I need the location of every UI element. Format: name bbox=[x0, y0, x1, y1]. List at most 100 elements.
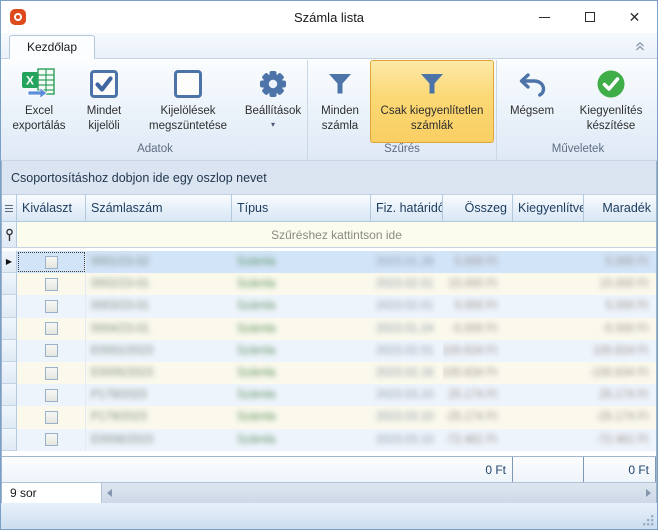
row-checkbox[interactable] bbox=[45, 300, 58, 313]
maximize-button[interactable] bbox=[567, 1, 612, 33]
filter-icon bbox=[327, 66, 353, 102]
row-checkbox[interactable] bbox=[45, 389, 58, 402]
horizontal-scrollbar[interactable] bbox=[102, 483, 656, 503]
row-indicator-cell[interactable] bbox=[2, 362, 17, 384]
row-checkbox[interactable] bbox=[45, 322, 58, 335]
row-indicator-cell[interactable] bbox=[2, 340, 17, 362]
column-header-osszeg[interactable]: Összeg bbox=[443, 195, 513, 221]
column-header-kiegyenlitve[interactable]: Kiegyenlítve bbox=[513, 195, 584, 221]
settings-button[interactable]: Beállítások ▾ bbox=[241, 60, 305, 143]
invoice-grid: Csoportosításhoz dobjon ide egy oszlop n… bbox=[1, 161, 657, 503]
cell-maradek: -25.174 Ft bbox=[584, 406, 656, 428]
make-settlement-button[interactable]: Kiegyenlítés készítése bbox=[565, 60, 657, 143]
row-indicator-cell[interactable] bbox=[2, 273, 17, 295]
table-row[interactable]: E0001/2023Számla2023.02.01100.634 Ft100.… bbox=[2, 340, 656, 362]
cell-osszeg-text: -5.000 Ft bbox=[451, 323, 497, 335]
all-invoices-label: Minden számla bbox=[311, 104, 369, 133]
table-row[interactable]: 0002/23-01Számla2023.02.0115.000 Ft15.00… bbox=[2, 273, 656, 295]
select-cell[interactable] bbox=[17, 340, 86, 362]
filter-row-text[interactable]: Szűréshez kattintson ide bbox=[17, 222, 656, 247]
excel-export-icon: X bbox=[21, 66, 57, 102]
table-row[interactable]: P179/2023Számla2023.03.1025.174 Ft25.174… bbox=[2, 384, 656, 406]
row-indicator-cell[interactable] bbox=[2, 295, 17, 317]
cell-szamlaszam: 0003/23-01 bbox=[86, 295, 232, 317]
grid-rows: ▶0001/23-02Számla2023.01.285.000 Ft5.000… bbox=[2, 251, 656, 451]
row-checkbox[interactable] bbox=[45, 367, 58, 380]
table-row[interactable]: E0006/2023Számla2023.03.10-72.461 Ft-72.… bbox=[2, 429, 656, 451]
auto-filter-row[interactable]: Szűréshez kattintson ide bbox=[2, 222, 656, 248]
select-cell[interactable] bbox=[17, 384, 86, 406]
table-row[interactable]: 0004/23-01Számla2023.01.24-5.000 Ft-5.00… bbox=[2, 318, 656, 340]
table-row[interactable]: P179/2023Számla2023.03.10-25.174 Ft-25.1… bbox=[2, 406, 656, 428]
select-cell[interactable] bbox=[17, 362, 86, 384]
select-cell[interactable] bbox=[17, 251, 86, 273]
row-indicator-cell[interactable] bbox=[2, 406, 17, 428]
cell-szamlaszam-text: P179/2023 bbox=[91, 411, 147, 423]
column-header-tipus[interactable]: Típus bbox=[232, 195, 371, 221]
scroll-left-arrow-icon[interactable] bbox=[107, 489, 112, 497]
column-header-szamlaszam[interactable]: Számlaszám bbox=[86, 195, 232, 221]
cell-fiz-hatarido: 2023.03.10 bbox=[371, 406, 443, 428]
table-row[interactable]: E0005/2023Számla2023.02.16-100.634 Ft-10… bbox=[2, 362, 656, 384]
column-header-maradek[interactable]: Maradék bbox=[584, 195, 656, 221]
cancel-button[interactable]: Mégsem bbox=[499, 60, 565, 143]
select-cell[interactable] bbox=[17, 429, 86, 451]
summary-maradek-total: 0 Ft bbox=[584, 457, 656, 482]
column-header-kivalaszt[interactable]: Kiválaszt bbox=[17, 195, 86, 221]
select-cell[interactable] bbox=[17, 295, 86, 317]
row-checkbox[interactable] bbox=[45, 433, 58, 446]
minimize-button[interactable] bbox=[522, 1, 567, 33]
select-all-label: Mindet kijelöli bbox=[74, 104, 134, 133]
cell-osszeg-text: -100.634 Ft bbox=[443, 367, 497, 379]
close-button[interactable]: ✕ bbox=[612, 1, 657, 33]
clear-selection-label: Kijelölések megszüntetése bbox=[136, 104, 240, 133]
unpaid-invoices-button[interactable]: Csak kiegyenlítetlen számlák bbox=[370, 60, 494, 143]
title-bar: Számla lista ✕ bbox=[1, 1, 657, 33]
row-checkbox[interactable] bbox=[45, 344, 58, 357]
cell-maradek: 25.174 Ft bbox=[584, 384, 656, 406]
row-checkbox[interactable] bbox=[45, 411, 58, 424]
grid-corner-button[interactable] bbox=[2, 195, 17, 221]
cell-szamlaszam-text: 0001/23-02 bbox=[91, 256, 149, 268]
row-indicator-cell[interactable]: ▶ bbox=[2, 251, 17, 273]
app-icon-ring bbox=[14, 13, 22, 21]
select-cell[interactable] bbox=[17, 406, 86, 428]
select-all-button[interactable]: Mindet kijelöli bbox=[73, 60, 135, 143]
cell-maradek-text: -100.634 Ft bbox=[589, 367, 648, 379]
table-row[interactable]: ▶0001/23-02Számla2023.01.285.000 Ft5.000… bbox=[2, 251, 656, 273]
all-invoices-button[interactable]: Minden számla bbox=[310, 60, 370, 143]
cell-szamlaszam-text: E0001/2023 bbox=[91, 345, 153, 357]
cell-szamlaszam: P179/2023 bbox=[86, 384, 232, 406]
cell-kiegyenlitve bbox=[513, 406, 584, 428]
row-indicator-cell[interactable] bbox=[2, 429, 17, 451]
row-indicator-cell[interactable] bbox=[2, 318, 17, 340]
row-indicator-cell[interactable] bbox=[2, 384, 17, 406]
cell-fiz-hatarido: 2023.02.01 bbox=[371, 340, 443, 362]
scroll-right-arrow-icon[interactable] bbox=[646, 489, 651, 497]
select-cell[interactable] bbox=[17, 273, 86, 295]
ribbon-tab-row: Kezdőlap bbox=[1, 33, 657, 59]
excel-export-button[interactable]: X Excel exportálás bbox=[5, 60, 73, 143]
table-row[interactable]: 0003/23-01Számla2023.02.015.000 Ft5.000 … bbox=[2, 295, 656, 317]
column-header-fiz-hatarido[interactable]: Fiz. határidő bbox=[371, 195, 443, 221]
cell-fiz-hatarido-text: 2023.02.16 bbox=[376, 367, 434, 379]
row-checkbox[interactable] bbox=[45, 256, 58, 269]
ribbon-collapse-button[interactable] bbox=[633, 40, 647, 54]
cell-szamlaszam-text: 0003/23-01 bbox=[91, 300, 149, 312]
cell-kiegyenlitve bbox=[513, 340, 584, 362]
row-checkbox[interactable] bbox=[45, 278, 58, 291]
resize-grip[interactable] bbox=[642, 514, 655, 527]
cell-tipus: Számla bbox=[232, 362, 371, 384]
ribbon-group-szures: Minden számla Csak kiegyenlítetlen száml… bbox=[307, 60, 496, 160]
clear-selection-button[interactable]: Kijelölések megszüntetése bbox=[135, 60, 241, 143]
cell-kiegyenlitve bbox=[513, 384, 584, 406]
ribbon-group-szures-buttons: Minden számla Csak kiegyenlítetlen száml… bbox=[310, 60, 494, 143]
cell-osszeg-text: 25.174 Ft bbox=[448, 389, 497, 401]
group-by-panel[interactable]: Csoportosításhoz dobjon ide egy oszlop n… bbox=[2, 161, 656, 195]
window-controls: ✕ bbox=[522, 1, 657, 33]
cell-tipus-text: Számla bbox=[237, 434, 275, 446]
select-cell[interactable] bbox=[17, 318, 86, 340]
cell-tipus: Számla bbox=[232, 406, 371, 428]
excel-export-label: Excel exportálás bbox=[6, 104, 72, 133]
tab-kezdolap[interactable]: Kezdőlap bbox=[9, 35, 95, 59]
